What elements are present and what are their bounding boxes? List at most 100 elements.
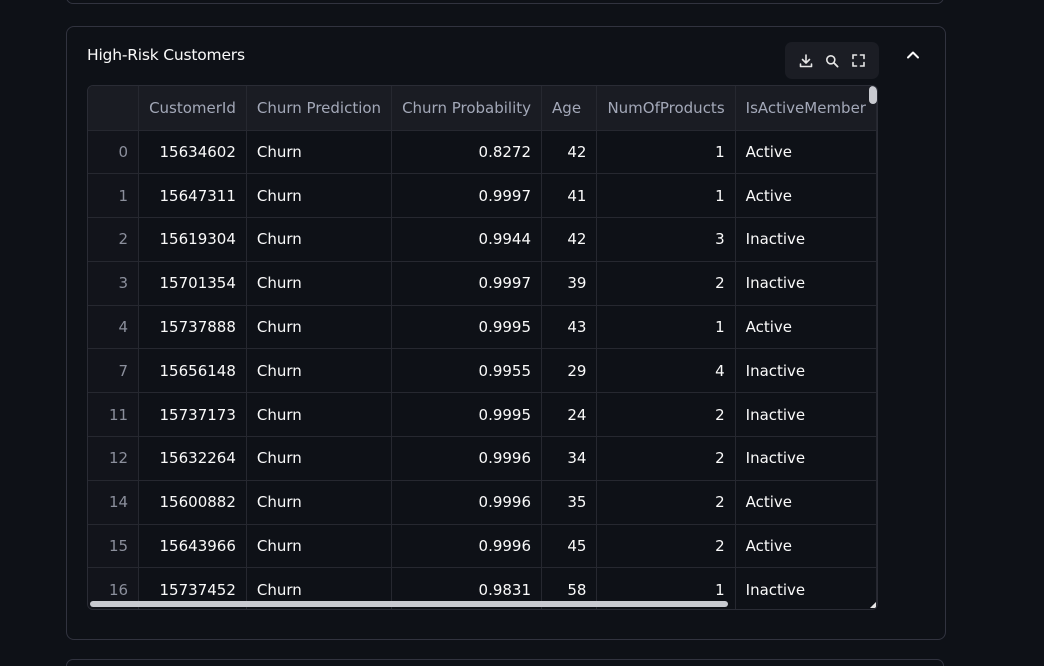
num-of-products-cell[interactable]: 2 [596, 392, 736, 438]
age-cell[interactable]: 29 [541, 348, 598, 394]
table-row[interactable]: 14 15600882 Churn 0.9996 35 2 Active [88, 480, 877, 525]
table-row[interactable]: 7 15656148 Churn 0.9955 29 4 Inactive [88, 348, 877, 394]
num-of-products-cell[interactable]: 2 [596, 436, 736, 481]
row-index[interactable]: 4 [88, 305, 140, 350]
num-of-products-cell[interactable]: 1 [596, 173, 736, 219]
churn-prediction-cell[interactable]: Churn [246, 480, 393, 525]
age-cell[interactable]: 35 [541, 480, 598, 525]
churn-prediction-cell[interactable]: Churn [246, 524, 393, 569]
is-active-member-cell[interactable]: Inactive [735, 348, 877, 394]
is-active-member-cell[interactable]: Active [735, 480, 877, 525]
num-of-products-cell[interactable]: 2 [596, 261, 736, 306]
customer-id-cell[interactable]: 15634602 [138, 130, 247, 175]
churn-prediction-cell[interactable]: Churn [246, 130, 393, 175]
row-index[interactable]: 3 [88, 261, 140, 306]
customer-id-cell[interactable]: 15647311 [138, 173, 247, 219]
num-of-products-header[interactable]: NumOfProducts [596, 86, 736, 131]
age-header[interactable]: Age [541, 86, 598, 131]
horizontal-scrollbar[interactable] [90, 601, 728, 607]
num-of-products-cell[interactable]: 2 [596, 480, 736, 525]
num-of-products-cell[interactable]: 4 [596, 348, 736, 394]
customer-id-cell[interactable]: 15737173 [138, 392, 247, 438]
is-active-member-cell[interactable]: Inactive [735, 436, 877, 481]
num-of-products-cell[interactable]: 1 [596, 130, 736, 175]
row-index[interactable]: 7 [88, 348, 140, 394]
is-active-member-cell[interactable]: Active [735, 173, 877, 219]
churn-prediction-cell[interactable]: Churn [246, 305, 393, 350]
is-active-member-cell[interactable]: Inactive [735, 392, 877, 438]
is-active-member-cell[interactable]: Active [735, 524, 877, 569]
age-cell[interactable]: 39 [541, 261, 598, 306]
fullscreen-icon[interactable] [847, 50, 869, 72]
dataframe-toolbar [785, 42, 879, 79]
customer-id-cell[interactable]: 15737888 [138, 305, 247, 350]
age-cell[interactable]: 24 [541, 392, 598, 438]
age-cell[interactable]: 43 [541, 305, 598, 350]
row-index[interactable]: 2 [88, 217, 140, 262]
table-row[interactable]: 12 15632264 Churn 0.9996 34 2 Inactive [88, 436, 877, 481]
churn-probability-cell[interactable]: 0.9996 [391, 524, 543, 569]
customer-id-cell[interactable]: 15632264 [138, 436, 247, 481]
row-index[interactable]: 15 [88, 524, 140, 569]
age-cell[interactable]: 45 [541, 524, 598, 569]
row-index[interactable]: 0 [88, 130, 140, 175]
table-row[interactable]: 4 15737888 Churn 0.9995 43 1 Active [88, 305, 877, 350]
table-row[interactable]: 1 15647311 Churn 0.9997 41 1 Active [88, 173, 877, 219]
churn-probability-cell[interactable]: 0.9995 [391, 305, 543, 350]
row-index[interactable]: 12 [88, 436, 140, 481]
table-row[interactable]: 2 15619304 Churn 0.9944 42 3 Inactive [88, 217, 877, 262]
is-active-member-header[interactable]: IsActiveMember [735, 86, 877, 131]
row-index[interactable]: 1 [88, 173, 140, 219]
churn-probability-cell[interactable]: 0.9955 [391, 348, 543, 394]
is-active-member-cell[interactable]: Inactive [735, 567, 877, 609]
churn-probability-cell[interactable]: 0.9997 [391, 173, 543, 219]
section-title: High-Risk Customers [87, 46, 245, 64]
resize-handle[interactable] [870, 602, 876, 608]
customer-id-cell[interactable]: 15643966 [138, 524, 247, 569]
churn-prediction-cell[interactable]: Churn [246, 348, 393, 394]
age-cell[interactable]: 41 [541, 173, 598, 219]
customer-id-cell[interactable]: 15656148 [138, 348, 247, 394]
age-cell[interactable]: 42 [541, 130, 598, 175]
num-of-products-cell[interactable]: 1 [596, 305, 736, 350]
churn-probability-cell[interactable]: 0.8272 [391, 130, 543, 175]
row-index[interactable]: 14 [88, 480, 140, 525]
churn-probability-cell[interactable]: 0.9944 [391, 217, 543, 262]
age-cell[interactable]: 34 [541, 436, 598, 481]
index-header[interactable] [88, 86, 140, 131]
churn-prediction-cell[interactable]: Churn [246, 392, 393, 438]
churn-prediction-header[interactable]: Churn Prediction [246, 86, 393, 131]
num-of-products-cell[interactable]: 3 [596, 217, 736, 262]
is-active-member-cell[interactable]: Inactive [735, 261, 877, 306]
customer-id-cell[interactable]: 15701354 [138, 261, 247, 306]
customer-id-header[interactable]: CustomerId [138, 86, 247, 131]
churn-prediction-cell[interactable]: Churn [246, 436, 393, 481]
churn-prediction-cell[interactable]: Churn [246, 173, 393, 219]
chevron-up-icon [907, 51, 919, 59]
age-cell[interactable]: 42 [541, 217, 598, 262]
row-index[interactable]: 11 [88, 392, 140, 438]
search-icon[interactable] [821, 50, 843, 72]
table-row[interactable]: 15 15643966 Churn 0.9996 45 2 Active [88, 524, 877, 569]
dataframe-grid[interactable]: CustomerId Churn Prediction Churn Probabil… [87, 85, 878, 610]
customer-id-cell[interactable]: 15619304 [138, 217, 247, 262]
churn-prediction-cell[interactable]: Churn [246, 217, 393, 262]
table-row[interactable]: 3 15701354 Churn 0.9997 39 2 Inactive [88, 261, 877, 306]
table-row[interactable]: 0 15634602 Churn 0.8272 42 1 Active [88, 130, 877, 175]
table-row[interactable]: 11 15737173 Churn 0.9995 24 2 Inactive [88, 392, 877, 438]
vertical-scrollbar[interactable] [869, 86, 877, 104]
collapse-button[interactable] [901, 43, 925, 67]
is-active-member-cell[interactable]: Active [735, 305, 877, 350]
customer-id-cell[interactable]: 15600882 [138, 480, 247, 525]
churn-probability-cell[interactable]: 0.9995 [391, 392, 543, 438]
churn-probability-cell[interactable]: 0.9996 [391, 436, 543, 481]
num-of-products-cell[interactable]: 2 [596, 524, 736, 569]
churn-probability-cell[interactable]: 0.9996 [391, 480, 543, 525]
churn-probability-header[interactable]: Churn Probability [391, 86, 543, 131]
is-active-member-cell[interactable]: Inactive [735, 217, 877, 262]
previous-section-card [66, 0, 944, 4]
churn-probability-cell[interactable]: 0.9997 [391, 261, 543, 306]
download-icon[interactable] [795, 50, 817, 72]
churn-prediction-cell[interactable]: Churn [246, 261, 393, 306]
is-active-member-cell[interactable]: Active [735, 130, 877, 175]
